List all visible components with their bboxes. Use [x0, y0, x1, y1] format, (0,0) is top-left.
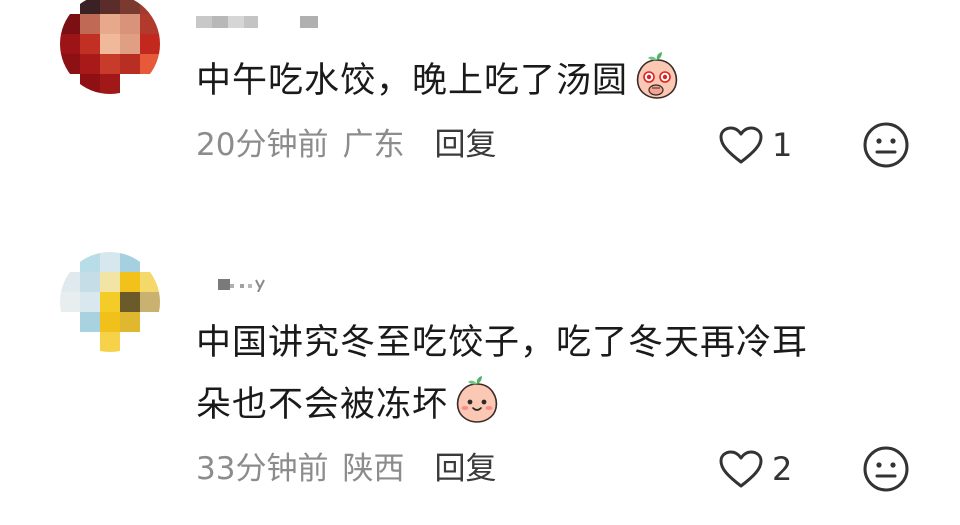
- meh-face-icon[interactable]: [862, 121, 910, 169]
- comment-time: 20分钟前: [196, 127, 329, 163]
- user-avatar[interactable]: [60, 252, 160, 352]
- like-count: 2: [772, 450, 793, 488]
- comment-text: 中国讲究冬至吃饺子，吃了冬天再冷耳 朵也不会被冻坏: [196, 312, 808, 436]
- comment-meta: 33分钟前 陕西 回复: [196, 449, 496, 489]
- comment-text-line: 中国讲究冬至吃饺子，吃了冬天再冷耳: [196, 323, 809, 363]
- reply-button[interactable]: 回复: [434, 451, 496, 487]
- peach-covering-mouth-emoji: [632, 50, 682, 100]
- like-button[interactable]: 1: [718, 125, 792, 165]
- comment-text: 中午吃水饺，晚上吃了汤圆: [196, 50, 682, 112]
- comment-region: 广东: [342, 127, 405, 163]
- dislike-button[interactable]: [862, 121, 910, 169]
- peach-smile-emoji: [452, 374, 502, 424]
- comment-region: 陕西: [342, 451, 405, 487]
- comment-time: 33分钟前: [196, 451, 329, 487]
- comment-text-line: 中午吃水饺，晚上吃了汤圆: [196, 61, 629, 101]
- heart-outline-icon[interactable]: [718, 449, 764, 489]
- like-button[interactable]: 2: [718, 449, 792, 489]
- heart-outline-icon[interactable]: [718, 125, 764, 165]
- comment-text-line-wrap: 朵也不会被冻坏: [196, 374, 808, 436]
- comment-meta: 20分钟前 广东 回复: [196, 125, 496, 165]
- meh-face-icon[interactable]: [862, 445, 910, 493]
- reply-button[interactable]: 回复: [434, 127, 496, 163]
- user-avatar[interactable]: [60, 0, 160, 94]
- username-pixelated[interactable]: [196, 276, 326, 292]
- dislike-button[interactable]: [862, 445, 910, 493]
- like-count: 1: [772, 126, 793, 164]
- username-pixelated[interactable]: [196, 14, 326, 30]
- comment-text-line: 朵也不会被冻坏: [196, 385, 449, 425]
